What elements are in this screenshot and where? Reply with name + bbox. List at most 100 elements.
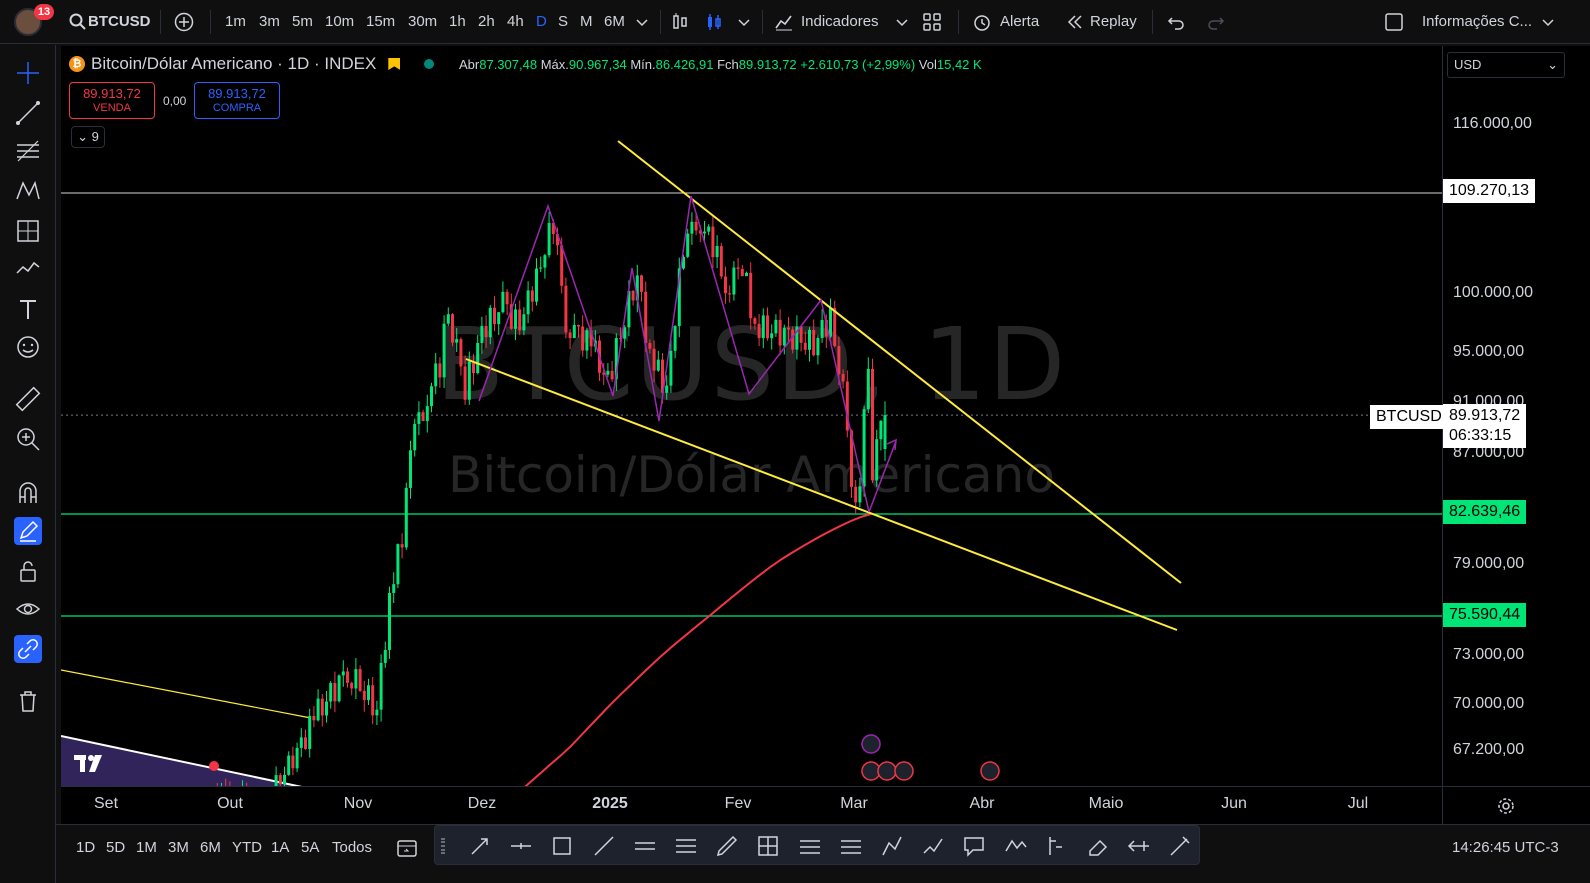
interval-6M[interactable]: 6M bbox=[604, 0, 625, 44]
stay-in-drawing-mode-icon[interactable] bbox=[14, 517, 42, 545]
line-icon[interactable] bbox=[591, 833, 617, 859]
interval-2h[interactable]: 2h bbox=[478, 0, 495, 44]
interval-10m[interactable]: 10m bbox=[325, 0, 354, 44]
time-scale[interactable]: Set Out Nov Dez 2025 Fev Mar Abr Maio Jun Jul bbox=[61, 786, 1442, 824]
buy-button[interactable]: 89.913,72 COMPRA bbox=[194, 82, 280, 119]
eye-icon[interactable] bbox=[14, 595, 42, 623]
bar-style-icon[interactable] bbox=[670, 12, 690, 32]
range-YTD[interactable]: YTD bbox=[232, 839, 262, 856]
interval-D[interactable]: D bbox=[536, 0, 547, 44]
chevron-down-icon[interactable] bbox=[892, 12, 912, 32]
zoom-in-icon[interactable] bbox=[14, 425, 42, 453]
interval-3m[interactable]: 3m bbox=[259, 0, 280, 44]
anchored-vwap-icon[interactable] bbox=[1044, 833, 1070, 859]
candle-body bbox=[350, 682, 354, 689]
range-5D[interactable]: 5D bbox=[106, 839, 125, 856]
horizontal-ray-icon[interactable] bbox=[508, 833, 534, 859]
range-6M[interactable]: 6M bbox=[200, 839, 221, 856]
legend-title[interactable]: Bitcoin/Dólar Americano · 1D · INDEX bbox=[91, 54, 376, 74]
brush-icon[interactable] bbox=[920, 833, 946, 859]
range-1A[interactable]: 1A bbox=[271, 839, 289, 856]
flag-icon[interactable] bbox=[388, 58, 401, 70]
eraser-icon[interactable] bbox=[1085, 833, 1111, 859]
range-1M[interactable]: 1M bbox=[136, 839, 157, 856]
stack-icon[interactable] bbox=[1126, 833, 1152, 859]
interval-1h[interactable]: 1h bbox=[449, 0, 466, 44]
indicators-icon[interactable] bbox=[774, 12, 794, 32]
trend-line-icon[interactable] bbox=[14, 99, 42, 127]
sell-button[interactable]: 89.913,72 VENDA bbox=[69, 82, 155, 119]
drag-handle[interactable] bbox=[441, 838, 445, 854]
checkbox-icon[interactable] bbox=[1384, 12, 1404, 32]
settings-gear-icon[interactable] bbox=[1497, 797, 1515, 815]
pencil-icon[interactable] bbox=[714, 833, 740, 859]
ruler-icon[interactable] bbox=[14, 385, 42, 413]
symbol-info-button[interactable]: Informações C... bbox=[1422, 0, 1532, 44]
candle-body bbox=[564, 285, 568, 333]
interval-30m[interactable]: 30m bbox=[408, 0, 437, 44]
brush-icon[interactable] bbox=[14, 255, 42, 283]
chevron-down-icon[interactable] bbox=[1538, 12, 1558, 32]
add-symbol-icon[interactable] bbox=[174, 12, 194, 32]
symbol-search[interactable]: BTCUSD bbox=[88, 0, 151, 44]
short-position-icon[interactable] bbox=[838, 833, 864, 859]
range-Todos[interactable]: Todos bbox=[332, 839, 372, 856]
fib-lines-icon[interactable] bbox=[673, 833, 699, 859]
link-icon[interactable] bbox=[14, 635, 42, 663]
arrow-icon[interactable] bbox=[467, 833, 493, 859]
replay-button[interactable]: Replay bbox=[1090, 0, 1137, 44]
interval-5m[interactable]: 5m bbox=[292, 0, 313, 44]
fib-retracement-icon[interactable] bbox=[14, 137, 42, 165]
candle-body bbox=[346, 671, 349, 683]
indicators-toggle[interactable]: ⌄ 9 bbox=[71, 126, 105, 148]
long-position-icon[interactable] bbox=[797, 833, 823, 859]
emoji-icon[interactable] bbox=[14, 333, 42, 361]
redo-icon[interactable] bbox=[1206, 12, 1226, 32]
floating-drawing-bar[interactable] bbox=[434, 825, 1200, 865]
interval-S[interactable]: S bbox=[558, 0, 568, 44]
alarm-clock-icon[interactable] bbox=[972, 12, 992, 32]
alert-button[interactable]: Alerta bbox=[1000, 0, 1039, 44]
layout-grid-icon[interactable] bbox=[922, 12, 942, 32]
price-scale[interactable]: USD ⌄ 116.000,00 100.000,00 95.000,00 91.00… bbox=[1442, 46, 1590, 786]
range-3M[interactable]: 3M bbox=[168, 839, 189, 856]
interval-M[interactable]: M bbox=[580, 0, 593, 44]
lock-icon[interactable] bbox=[14, 557, 42, 585]
path-icon[interactable] bbox=[879, 833, 905, 859]
replay-icon[interactable] bbox=[1065, 12, 1085, 32]
candle-body bbox=[879, 420, 883, 440]
ohlc-values: Abr87.307,48 Máx.90.967,34 Mín.86.426,91… bbox=[459, 57, 982, 72]
comment-icon[interactable] bbox=[961, 833, 987, 859]
candles-icon[interactable] bbox=[704, 12, 724, 32]
chevron-down-icon[interactable] bbox=[734, 12, 754, 32]
magnet-icon[interactable] bbox=[14, 479, 42, 507]
currency-select[interactable]: USD ⌄ bbox=[1447, 52, 1565, 78]
range-5A[interactable]: 5A bbox=[301, 839, 319, 856]
crosshair-box-icon[interactable] bbox=[755, 833, 781, 859]
indicators-button[interactable]: Indicadores bbox=[801, 0, 879, 44]
trash-icon[interactable] bbox=[14, 687, 42, 715]
projection-icon[interactable] bbox=[14, 217, 42, 245]
candle-body bbox=[396, 544, 400, 585]
pattern-icon[interactable] bbox=[14, 177, 42, 205]
undo-icon[interactable] bbox=[1166, 12, 1186, 32]
search-icon[interactable] bbox=[68, 12, 88, 32]
chevron-down-icon[interactable] bbox=[632, 12, 652, 32]
chart-pane[interactable]: BTCUSD, 1D Bitcoin/Dólar Americano ₿ Bit… bbox=[61, 46, 1442, 786]
text-icon[interactable] bbox=[14, 295, 42, 323]
rectangle-icon[interactable] bbox=[549, 833, 575, 859]
candle-body bbox=[757, 323, 761, 339]
interval-1m[interactable]: 1m bbox=[225, 0, 246, 44]
parallel-channel-icon[interactable] bbox=[632, 833, 658, 859]
range-1D[interactable]: 1D bbox=[76, 839, 95, 856]
interval-4h[interactable]: 4h bbox=[507, 0, 524, 44]
tradingview-logo-icon[interactable] bbox=[73, 752, 109, 774]
market-status-icon[interactable] bbox=[424, 59, 435, 69]
zigzag-icon[interactable] bbox=[1003, 833, 1029, 859]
crosshair-icon[interactable] bbox=[14, 59, 42, 87]
highlighter-icon[interactable] bbox=[1167, 833, 1193, 859]
interval-15m[interactable]: 15m bbox=[366, 0, 395, 44]
price-plot[interactable] bbox=[61, 46, 1442, 786]
goto-date-icon[interactable] bbox=[396, 837, 418, 859]
clock[interactable]: 14:26:45 UTC-3 bbox=[1452, 839, 1559, 856]
